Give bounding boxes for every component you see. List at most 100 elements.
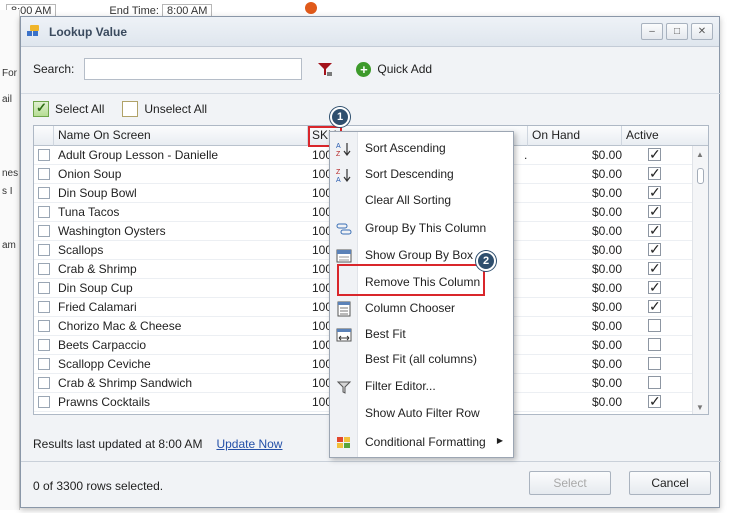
menu-item-label: Best Fit bbox=[365, 327, 406, 341]
column-header-name[interactable]: Name On Screen bbox=[54, 126, 308, 146]
cell-on-hand: $0.00 bbox=[591, 357, 622, 371]
remove-column-highlight bbox=[337, 264, 485, 296]
row-checkbox[interactable] bbox=[38, 187, 50, 199]
cell-extra bbox=[524, 393, 534, 411]
scroll-down-icon[interactable]: ▼ bbox=[696, 403, 704, 412]
maximize-button[interactable]: □ bbox=[666, 23, 688, 40]
row-checkbox[interactable] bbox=[38, 320, 50, 332]
active-checkbox[interactable] bbox=[648, 338, 661, 351]
row-checkbox[interactable] bbox=[38, 396, 50, 408]
filter-icon bbox=[336, 379, 352, 395]
menu-item-conditional-formatting[interactable]: Conditional Formatting ▶ bbox=[330, 429, 515, 456]
cell-name: Din Soup Cup bbox=[58, 281, 133, 295]
bg-fragment: ail bbox=[2, 94, 13, 105]
cell-name: Adult Group Lesson - Danielle bbox=[58, 148, 219, 162]
row-checkbox[interactable] bbox=[38, 263, 50, 275]
active-checkbox[interactable] bbox=[648, 222, 661, 239]
menu-item-label: Show Auto Filter Row bbox=[365, 406, 480, 420]
active-checkbox[interactable] bbox=[648, 146, 661, 163]
group-box-icon bbox=[336, 248, 352, 264]
menu-item-filter-editor[interactable]: Filter Editor... bbox=[330, 373, 515, 400]
submenu-arrow-icon: ▶ bbox=[496, 436, 503, 445]
menu-item-label: Sort Ascending bbox=[365, 141, 446, 155]
selection-bar: Select All Unselect All bbox=[21, 93, 721, 123]
column-header-on-hand[interactable]: On Hand bbox=[528, 126, 622, 146]
funnel-filter-icon[interactable] bbox=[316, 60, 334, 78]
active-checkbox[interactable] bbox=[648, 357, 661, 370]
cancel-button[interactable]: Cancel bbox=[629, 471, 711, 495]
menu-item-best-fit[interactable]: Best Fit bbox=[330, 321, 515, 348]
cell-on-hand: $0.00 bbox=[591, 148, 622, 162]
quick-add-button[interactable]: + Quick Add bbox=[356, 61, 432, 77]
active-checkbox[interactable] bbox=[648, 165, 661, 182]
select-all-label: Select All bbox=[55, 101, 105, 116]
menu-item-best-fit-all-columns[interactable]: Best Fit (all columns) bbox=[330, 346, 515, 373]
menu-item-column-chooser[interactable]: Column Chooser bbox=[330, 295, 515, 322]
menu-item-sort-descending[interactable]: Z A Sort Descending bbox=[330, 161, 515, 188]
active-checkbox[interactable] bbox=[648, 319, 661, 332]
cell-name: Prawns Cocktails bbox=[58, 395, 151, 409]
row-checkbox[interactable] bbox=[38, 358, 50, 370]
menu-item-show-auto-filter-row[interactable]: Show Auto Filter Row bbox=[330, 400, 515, 427]
active-checkbox[interactable] bbox=[648, 298, 661, 315]
select-button[interactable]: Select bbox=[529, 471, 611, 495]
cell-name: Tuna Tacos bbox=[58, 205, 120, 219]
row-checkbox[interactable] bbox=[38, 282, 50, 294]
row-checkbox[interactable] bbox=[38, 377, 50, 389]
cell-extra bbox=[524, 355, 534, 373]
close-button[interactable]: ✕ bbox=[691, 23, 713, 40]
row-checkbox[interactable] bbox=[38, 168, 50, 180]
svg-text:Z: Z bbox=[336, 151, 341, 157]
row-checkbox[interactable] bbox=[38, 301, 50, 313]
cell-on-hand: $0.00 bbox=[591, 243, 622, 257]
active-checkbox[interactable] bbox=[648, 279, 661, 296]
row-checkbox[interactable] bbox=[38, 225, 50, 237]
minimize-button[interactable]: – bbox=[641, 23, 663, 40]
cell-name: Crab & Shrimp bbox=[58, 262, 137, 276]
update-now-link[interactable]: Update Now bbox=[216, 437, 282, 451]
cell-extra bbox=[524, 203, 534, 221]
cell-on-hand: $0.00 bbox=[591, 300, 622, 314]
menu-item-label: Conditional Formatting bbox=[365, 435, 486, 449]
menu-item-group-by-this-column[interactable]: Group By This Column bbox=[330, 215, 515, 242]
bg-fragment: nes bbox=[2, 168, 19, 179]
footer-divider bbox=[21, 461, 721, 462]
scroll-thumb[interactable] bbox=[697, 168, 704, 184]
active-checkbox[interactable] bbox=[648, 184, 661, 201]
unselect-all-label: Unselect All bbox=[144, 101, 208, 116]
vertical-scrollbar[interactable]: ▲ ▼ bbox=[692, 146, 708, 414]
column-header-active[interactable]: Active bbox=[622, 126, 708, 146]
bg-fragment: For bbox=[2, 68, 17, 79]
row-checkbox[interactable] bbox=[38, 244, 50, 256]
group-by-icon bbox=[336, 221, 352, 237]
cell-on-hand: $0.00 bbox=[591, 338, 622, 352]
menu-item-sort-ascending[interactable]: A Z Sort Ascending bbox=[330, 135, 515, 162]
empty-box-icon bbox=[122, 100, 139, 117]
row-checkbox[interactable] bbox=[38, 206, 50, 218]
active-checkbox[interactable] bbox=[648, 260, 661, 277]
active-checkbox[interactable] bbox=[648, 203, 661, 220]
active-checkbox[interactable] bbox=[648, 241, 661, 258]
row-checkbox[interactable] bbox=[38, 149, 50, 161]
window-controls: – □ ✕ bbox=[641, 23, 713, 40]
cell-extra bbox=[524, 184, 534, 202]
step-badge-1: 1 bbox=[330, 107, 350, 127]
step-badge-2: 2 bbox=[476, 251, 496, 271]
select-all-button[interactable]: Select All bbox=[33, 100, 105, 117]
row-checkbox[interactable] bbox=[38, 339, 50, 351]
active-checkbox[interactable] bbox=[648, 393, 661, 410]
menu-item-label: Sort Descending bbox=[365, 167, 454, 181]
search-input[interactable] bbox=[84, 58, 303, 80]
cell-extra bbox=[524, 298, 534, 316]
cell-name: Fried Calamari bbox=[58, 300, 137, 314]
cell-extra bbox=[524, 222, 534, 240]
cell-extra bbox=[524, 279, 534, 297]
active-checkbox[interactable] bbox=[648, 376, 661, 389]
menu-item-clear-all-sorting[interactable]: Clear All Sorting bbox=[330, 187, 515, 214]
alert-icon bbox=[305, 2, 317, 14]
cell-on-hand: $0.00 bbox=[591, 281, 622, 295]
menu-item-label: Group By This Column bbox=[365, 221, 487, 235]
unselect-all-button[interactable]: Unselect All bbox=[122, 100, 208, 117]
bg-fragment: am bbox=[2, 240, 16, 251]
scroll-up-icon[interactable]: ▲ bbox=[696, 150, 704, 159]
